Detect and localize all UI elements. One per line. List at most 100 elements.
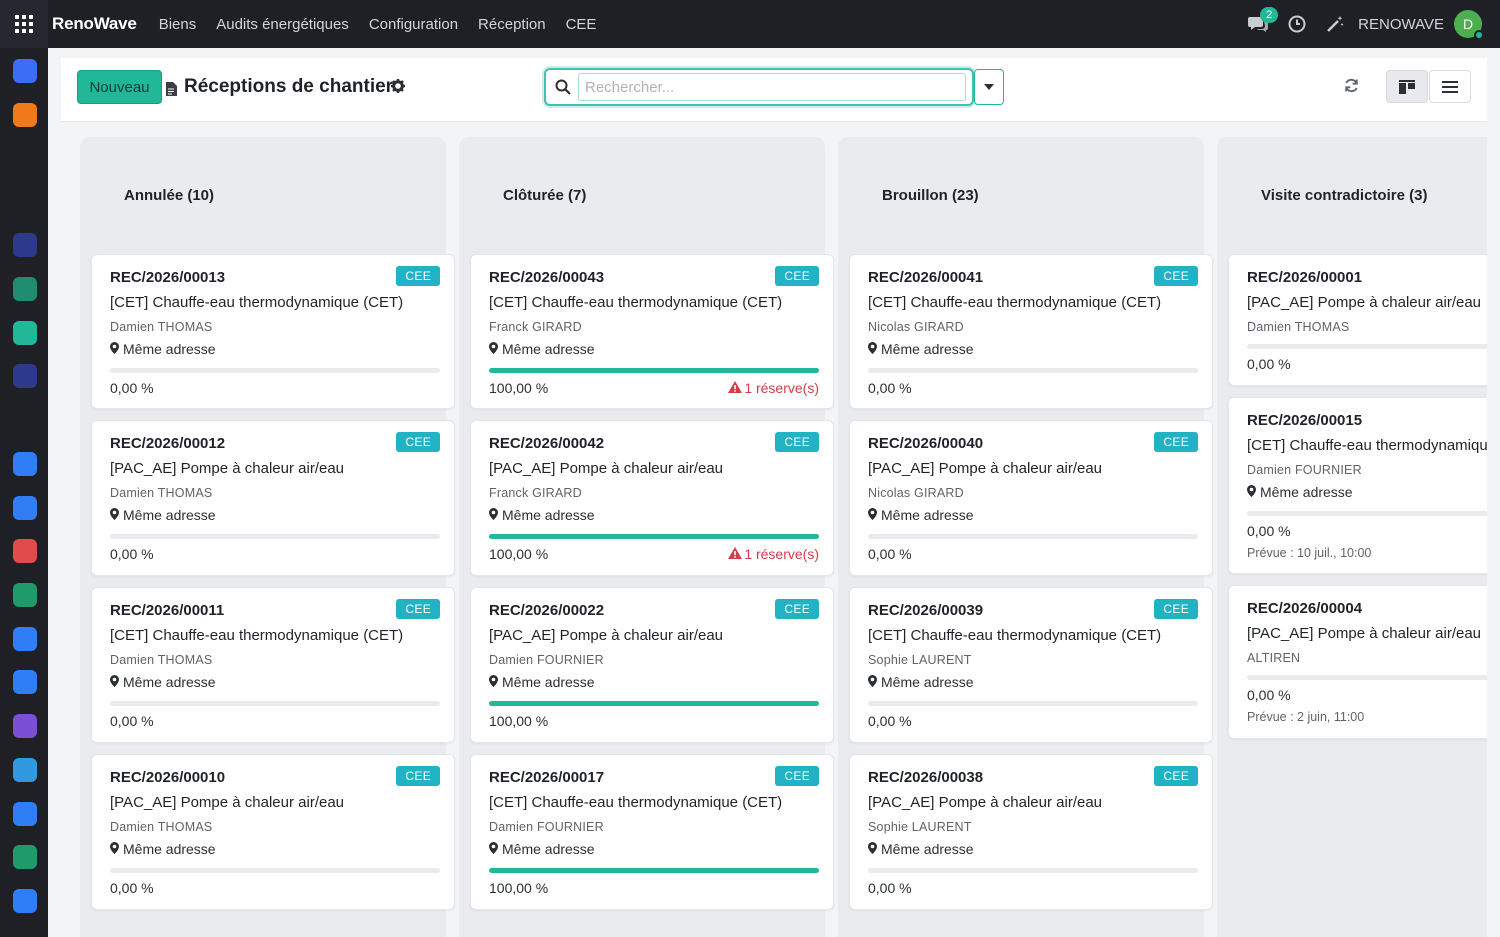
kanban-icon: [1399, 79, 1415, 94]
apps-sidebar: [0, 48, 48, 937]
record-app-icon[interactable]: [13, 364, 37, 388]
kanban-card[interactable]: REC/2026/00001 [PAC_AE] Pompe à chaleur a…: [1228, 254, 1487, 386]
reserve-label: 1 réserve(s): [744, 380, 819, 396]
grid-app-icon[interactable]: [13, 845, 37, 869]
card-address-label: Même adresse: [123, 341, 216, 357]
kanban-board: Annulée (10) REC/2026/00013 CEE [CET] Chauf…: [48, 123, 1487, 937]
search-options-toggle[interactable]: [974, 69, 1004, 105]
discuss-app-icon[interactable]: [13, 59, 37, 83]
map-marker-icon: [868, 674, 881, 690]
team-app-icon[interactable]: [13, 802, 37, 826]
kanban-view-button[interactable]: [1386, 70, 1428, 103]
search-icon: [555, 79, 571, 95]
card-reference: REC/2026/00004: [1247, 600, 1363, 617]
card-operation: [CET] Chauffe-eau thermodynamique (CET): [489, 294, 783, 311]
progress-label: 0,00 %: [110, 880, 154, 896]
column-title[interactable]: Annulée (10): [124, 187, 214, 204]
menu-audits[interactable]: Audits énergétiques: [216, 16, 349, 33]
user-avatar[interactable]: D: [1454, 10, 1484, 40]
document-app-icon[interactable]: [13, 758, 37, 782]
cee-tag: CEE: [396, 599, 440, 619]
card-technician: Franck GIRARD: [489, 320, 582, 334]
chat-app-icon[interactable]: [13, 103, 37, 127]
progress-label: 0,00 %: [1247, 523, 1291, 539]
card-address: Même adresse: [489, 341, 595, 357]
card-address-label: Même adresse: [881, 841, 974, 857]
kanban-card[interactable]: REC/2026/00041 CEE [CET] Chauffe-eau therm…: [849, 254, 1213, 409]
kanban-card[interactable]: REC/2026/00039 CEE [CET] Chauffe-eau therm…: [849, 587, 1213, 743]
kanban-card[interactable]: REC/2026/00038 CEE [PAC_AE] Pompe à chaleu…: [849, 754, 1213, 910]
gear-icon[interactable]: [391, 79, 405, 93]
reserve-warning[interactable]: 1 réserve(s): [728, 380, 819, 396]
contacts-app-icon[interactable]: [13, 277, 37, 301]
list-view-button[interactable]: [1429, 70, 1471, 103]
kanban-card[interactable]: REC/2026/00043 CEE [CET] Chauffe-eau therm…: [470, 254, 834, 409]
company-switcher[interactable]: RENOWAVE: [1358, 16, 1444, 33]
diamond-app-icon[interactable]: [13, 321, 37, 345]
tools-button[interactable]: [1326, 15, 1344, 33]
card-technician: Franck GIRARD: [489, 486, 582, 500]
new-button[interactable]: Nouveau: [77, 70, 162, 104]
messages-button[interactable]: 2: [1248, 7, 1279, 33]
notes-app-icon[interactable]: [13, 190, 37, 214]
dashboard-app-icon[interactable]: [13, 539, 37, 563]
card-address-label: Même adresse: [502, 674, 595, 690]
card-address-label: Même adresse: [123, 841, 216, 857]
kanban-card[interactable]: REC/2026/00013 CEE [CET] Chauffe-eau therm…: [91, 254, 455, 409]
card-address: Même adresse: [1247, 484, 1353, 500]
map-marker-icon: [110, 507, 123, 523]
map-marker-icon: [868, 841, 881, 857]
column-title[interactable]: Clôturée (7): [503, 187, 586, 204]
kanban-card[interactable]: REC/2026/00011 CEE [CET] Chauffe-eau therm…: [91, 587, 455, 743]
calendar-31-app-icon[interactable]: [13, 146, 37, 170]
card-technician: Damien THOMAS: [110, 653, 213, 667]
card-address-label: Même adresse: [1260, 484, 1353, 500]
point-of-sale-app-icon[interactable]: [13, 233, 37, 257]
blue-app-icon[interactable]: [13, 452, 37, 476]
kanban-card[interactable]: REC/2026/00042 CEE [PAC_AE] Pompe à chaleu…: [470, 420, 834, 576]
card-technician: Damien FOURNIER: [489, 820, 604, 834]
progress-bar: [868, 701, 1198, 706]
activities-button[interactable]: [1288, 15, 1306, 33]
search-input[interactable]: [578, 73, 966, 101]
card-operation: [CET] Chauffe-eau thermodynamique (CET): [868, 627, 1162, 644]
kanban-column: Brouillon (23) REC/2026/00041 CEE [CET] Cha…: [838, 137, 1213, 937]
card-operation: [PAC_AE] Pompe à chaleur air/eau: [489, 460, 724, 477]
brand-name[interactable]: RenoWave: [52, 14, 137, 34]
app-menu-button[interactable]: [0, 0, 48, 48]
green-app-icon[interactable]: [13, 583, 37, 607]
menu-configuration[interactable]: Configuration: [369, 16, 458, 33]
kanban-card[interactable]: REC/2026/00017 CEE [CET] Chauffe-eau therm…: [470, 754, 834, 910]
kanban-card[interactable]: REC/2026/00015 [CET] Chauffe-eau thermody…: [1228, 397, 1487, 574]
reserve-warning[interactable]: 1 réserve(s): [728, 546, 819, 562]
kanban-card[interactable]: REC/2026/00010 CEE [PAC_AE] Pompe à chaleu…: [91, 754, 455, 910]
progress-bar: [110, 534, 440, 539]
grid-icon: [15, 15, 33, 33]
kanban-card[interactable]: REC/2026/00004 [PAC_AE] Pompe à chaleur a…: [1228, 585, 1487, 739]
card-reference: REC/2026/00017: [489, 769, 605, 786]
card-address-label: Même adresse: [123, 507, 216, 523]
bank-app-icon[interactable]: [13, 408, 37, 432]
sign-app-icon[interactable]: [13, 889, 37, 913]
kanban-card[interactable]: REC/2026/00022 CEE [PAC_AE] Pompe à chaleu…: [470, 587, 834, 743]
map-marker-icon: [489, 341, 502, 357]
agenda-app-icon[interactable]: [13, 627, 37, 651]
progress-label: 0,00 %: [1247, 356, 1291, 372]
planning-app-icon[interactable]: [13, 496, 37, 520]
menu-reception[interactable]: Réception: [478, 16, 546, 33]
map-marker-icon: [1247, 484, 1260, 500]
square-app-icon[interactable]: [13, 670, 37, 694]
map-marker-icon: [489, 674, 502, 690]
kanban-card[interactable]: REC/2026/00012 CEE [PAC_AE] Pompe à chaleu…: [91, 420, 455, 576]
menu-biens[interactable]: Biens: [159, 16, 197, 33]
magic-wand-icon: [1327, 16, 1344, 32]
purple-app-icon[interactable]: [13, 714, 37, 738]
refresh-icon[interactable]: [1344, 78, 1359, 93]
progress-bar: [1247, 675, 1487, 680]
kanban-card[interactable]: REC/2026/00040 CEE [PAC_AE] Pompe à chaleu…: [849, 420, 1213, 576]
card-operation: [CET] Chauffe-eau thermodynamique (CET): [868, 294, 1162, 311]
column-title[interactable]: Visite contradictoire (3): [1261, 187, 1427, 204]
progress-bar: [868, 534, 1198, 539]
menu-cee[interactable]: CEE: [566, 16, 597, 33]
column-title[interactable]: Brouillon (23): [882, 187, 979, 204]
